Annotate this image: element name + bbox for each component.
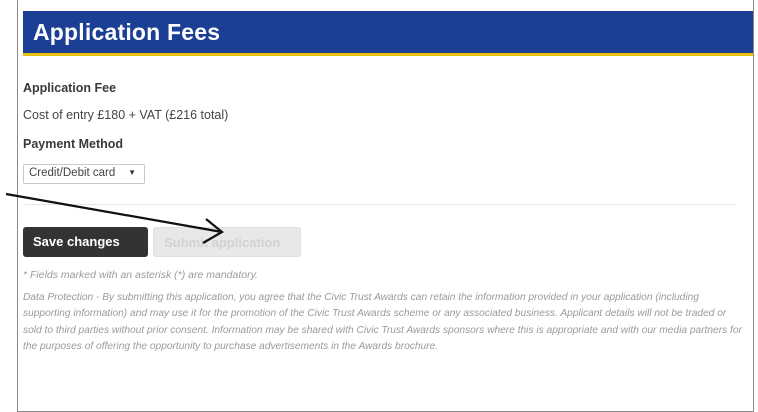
payment-method-select[interactable]: Credit/Debit card ▼	[23, 164, 145, 184]
application-fee-label: Application Fee	[23, 81, 117, 95]
mandatory-note: * Fields marked with an asterisk (*) are…	[23, 269, 258, 281]
payment-method-value: Credit/Debit card	[29, 167, 116, 179]
caret-down-icon: ▼	[128, 168, 136, 177]
data-protection-text: Data Protection - By submitting this app…	[23, 292, 742, 352]
application-fee-text: Cost of entry £180 + VAT (£216 total)	[23, 108, 229, 122]
divider	[23, 204, 736, 205]
section-title: Application Fees	[33, 19, 221, 45]
submit-application-button[interactable]: Submit application	[153, 227, 301, 257]
payment-method-label: Payment Method	[23, 137, 124, 151]
save-changes-button[interactable]: Save changes	[23, 227, 148, 257]
section-header: Application Fees	[23, 11, 753, 56]
